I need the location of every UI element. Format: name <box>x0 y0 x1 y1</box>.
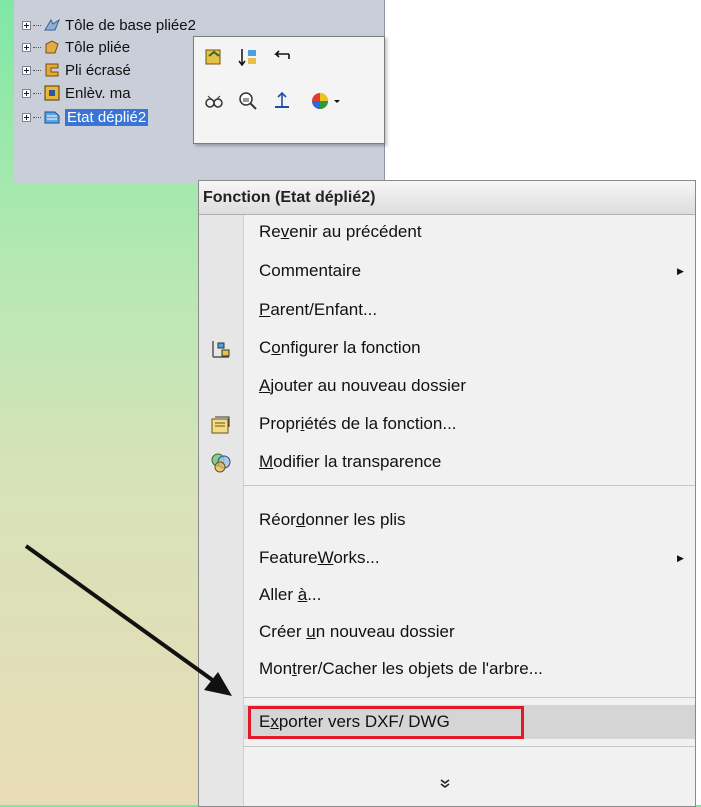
annotation-arrow <box>24 544 232 696</box>
